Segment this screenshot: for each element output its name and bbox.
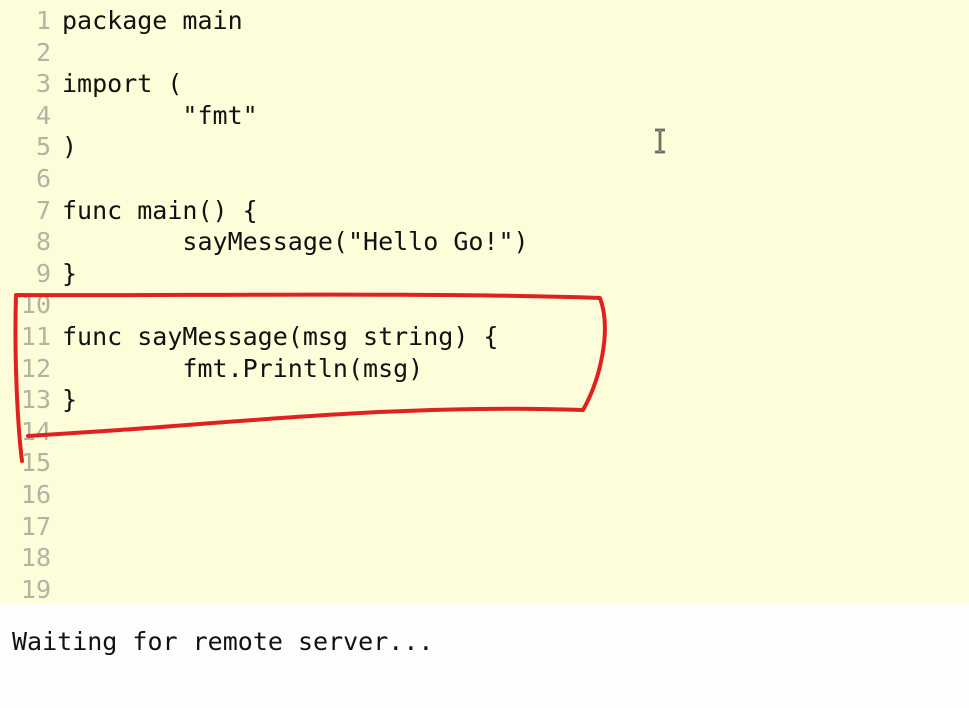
code-text[interactable]: } — [62, 384, 77, 416]
code-line[interactable]: 14 — [0, 416, 969, 448]
output-panel: Waiting for remote server... — [0, 604, 969, 708]
line-number: 11 — [20, 322, 51, 351]
code-text[interactable]: "fmt" — [62, 100, 257, 132]
line-number: 6 — [35, 164, 51, 193]
code-line[interactable]: 2 — [0, 37, 969, 69]
code-line[interactable]: 12 fmt.Println(msg) — [0, 353, 969, 385]
line-number: 5 — [35, 132, 51, 162]
code-text[interactable]: func main() { — [62, 195, 258, 227]
code-line[interactable]: 18 — [0, 542, 969, 574]
code-line[interactable]: 17 — [0, 511, 969, 543]
code-text[interactable]: func sayMessage(msg string) { — [62, 321, 499, 353]
code-text[interactable]: } — [62, 258, 77, 290]
code-line[interactable]: 3 import ( — [0, 68, 969, 100]
code-line[interactable]: 16 — [0, 479, 969, 511]
code-line[interactable]: 15 — [0, 447, 969, 479]
line-number: 1 — [35, 6, 51, 35]
code-line[interactable]: 1 package main — [0, 5, 969, 37]
code-line[interactable]: 13} — [0, 384, 969, 416]
line-number: 4 — [35, 100, 51, 130]
code-text[interactable]: sayMessage("Hello Go!") — [62, 226, 528, 258]
code-text[interactable]: ) — [62, 131, 77, 163]
code-line[interactable]: 10 — [0, 289, 969, 321]
code-text[interactable]: fmt.Println(msg) — [62, 353, 423, 385]
playground-window: 1 package main 2 3 import (4 "fmt" 5) 6 7 func m… — [0, 0, 969, 708]
code-editor[interactable]: 1 package main 2 3 import (4 "fmt" 5) 6 7 func m… — [0, 0, 969, 604]
output-status-text: Waiting for remote server... — [12, 627, 434, 656]
line-number: 12 — [20, 353, 51, 383]
code-text[interactable]: import ( — [62, 68, 182, 100]
line-number: 2 — [35, 37, 51, 67]
line-number: 9 — [35, 258, 51, 288]
line-number: 18 — [20, 543, 51, 573]
line-number: 19 — [20, 574, 51, 604]
code-line[interactable]: 11 func sayMessage(msg string) { — [0, 321, 969, 353]
line-number: 3 — [35, 69, 51, 99]
line-number: 16 — [20, 480, 51, 509]
line-number: 8 — [35, 227, 51, 257]
line-number: 15 — [20, 448, 51, 478]
code-line[interactable]: 4 "fmt" — [0, 100, 969, 132]
code-line[interactable]: 7 func main() { — [0, 195, 969, 227]
line-number: 7 — [35, 195, 51, 225]
line-number: 10 — [20, 290, 51, 320]
line-number: 13 — [20, 385, 51, 415]
code-text[interactable]: package main — [62, 5, 243, 37]
code-line[interactable]: 8 sayMessage("Hello Go!") — [0, 226, 969, 258]
code-line[interactable]: 6 — [0, 163, 969, 195]
code-line[interactable]: 19 — [0, 574, 969, 606]
code-line[interactable]: 9} — [0, 258, 969, 290]
line-number: 14 — [20, 416, 51, 446]
text-cursor-icon — [655, 128, 665, 154]
line-number: 17 — [20, 511, 51, 541]
code-line[interactable]: 5) — [0, 131, 969, 163]
